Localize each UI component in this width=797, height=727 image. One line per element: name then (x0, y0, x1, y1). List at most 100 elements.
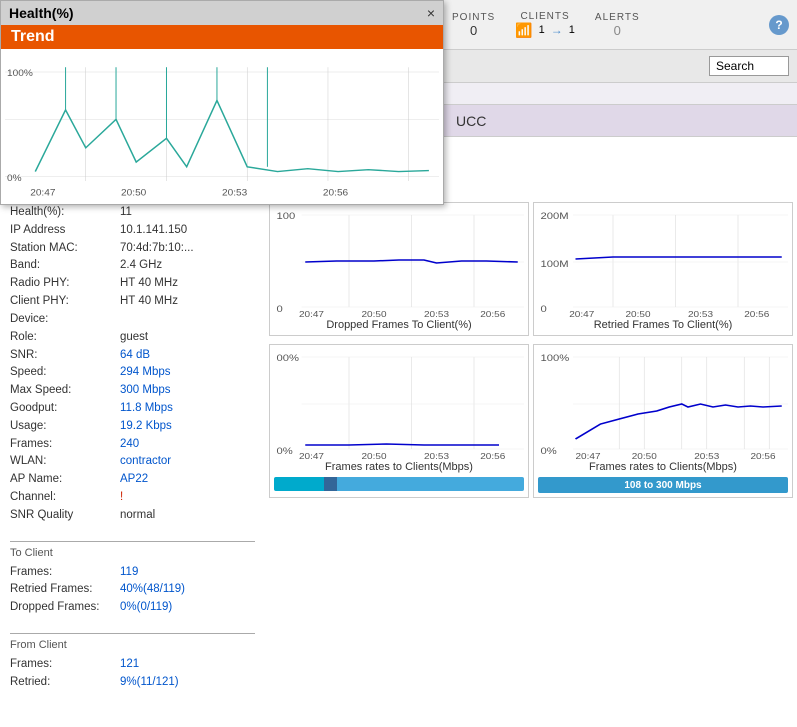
divider-1 (10, 541, 255, 542)
svg-text:20:53: 20:53 (222, 188, 248, 199)
svg-text:20:50: 20:50 (121, 188, 147, 199)
role-row: Role: guest (10, 329, 255, 347)
wlan-val: contractor (120, 453, 171, 471)
alerts-label: ALERTS (595, 12, 640, 23)
health-key: Health(%): (10, 204, 120, 222)
dropped-frames-title: Dropped Frames To Client(%) (274, 319, 524, 331)
speed-row: Speed: 294 Mbps (10, 364, 255, 382)
client-phy-val: HT 40 MHz (120, 293, 178, 311)
svg-text:20:47: 20:47 (576, 452, 601, 459)
channel-row: Channel: ! (10, 489, 255, 507)
snr-quality-row: SNR Quality normal (10, 507, 255, 525)
wifi-icon: 📶 (515, 22, 532, 39)
max-speed-key: Max Speed: (10, 382, 120, 400)
from-client-title: From Client (10, 637, 255, 654)
svg-text:0: 0 (277, 305, 284, 315)
band-key: Band: (10, 257, 120, 275)
svg-text:20:47: 20:47 (299, 452, 324, 459)
svg-text:0: 0 (541, 305, 548, 315)
svg-text:20:47: 20:47 (30, 188, 55, 199)
stats-section: POINTS 0 CLIENTS 📶 1 → 1 ALERTS 0 ? (452, 11, 789, 39)
radio-phy-key: Radio PHY: (10, 275, 120, 293)
from-client-frames-key: Frames: (10, 656, 120, 674)
from-client-retried-key: Retried: (10, 674, 120, 692)
goodput-row: Goodput: 11.8 Mbps (10, 400, 255, 418)
snr-quality-val: normal (120, 507, 155, 525)
svg-text:200M: 200M (541, 212, 569, 222)
frames-rate-title-2: Frames rates to Clients(Mbps) (538, 461, 788, 473)
from-client-frames-val: 121 (120, 656, 139, 674)
client-phy-key: Client PHY: (10, 293, 120, 311)
frames-key: Frames: (10, 436, 120, 454)
from-client-frames-row: Frames: 121 (10, 656, 255, 674)
to-client-frames-val: 119 (120, 564, 138, 582)
retried-frames-title: Retried Frames To Client(%) (538, 319, 788, 331)
points-value: 0 (470, 23, 477, 38)
svg-text:20:47: 20:47 (569, 310, 594, 317)
usage-val: 19.2 Kbps (120, 418, 172, 436)
max-speed-val: 300 Mbps (120, 382, 171, 400)
right-top-area: POINTS 0 CLIENTS 📶 1 → 1 ALERTS 0 ? (444, 0, 797, 137)
to-client-retried-row: Retried Frames: 40%(48/119) (10, 581, 255, 599)
from-client-retried-val: 9%(11/121) (120, 674, 179, 692)
trend-chart: 100% 0% 20:47 20:50 20:53 20:56 (1, 49, 443, 204)
divider-2 (10, 633, 255, 634)
points-group: POINTS 0 (452, 12, 495, 38)
wlan-row: WLAN: contractor (10, 453, 255, 471)
role-key: Role: (10, 329, 120, 347)
retried-frames-chart-inner: 200M 100M 0 20:47 20:50 20:53 20:56 (538, 207, 788, 317)
svg-text:20:53: 20:53 (424, 310, 449, 317)
max-speed-row: Max Speed: 300 Mbps (10, 382, 255, 400)
health-row: Health(%): 11 (10, 204, 255, 222)
dropped-frames-chart: 100 0 20:47 20:50 20:53 20:56 (269, 202, 529, 336)
clients-label: CLIENTS (520, 11, 569, 22)
role-val: guest (120, 329, 148, 347)
snr-quality-key: SNR Quality (10, 507, 120, 525)
to-client-frames-row: Frames: 119 (10, 564, 255, 582)
to-client-dropped-key: Dropped Frames: (10, 599, 120, 617)
snr-val: 64 dB (120, 347, 150, 365)
usage-key: Usage: (10, 418, 120, 436)
alerts-value: 0 (614, 23, 621, 38)
to-client-retried-val: 40%(48/119) (120, 581, 185, 599)
goodput-key: Goodput: (10, 400, 120, 418)
info-section: Health(%): 11 IP Address 10.1.141.150 St… (0, 198, 265, 698)
svg-text:20:53: 20:53 (694, 452, 719, 459)
svg-text:100M: 100M (541, 260, 569, 270)
svg-text:0%: 0% (7, 173, 22, 184)
trend-chart-svg: 100% 0% 20:47 20:50 20:53 20:56 (5, 53, 439, 200)
svg-text:20:50: 20:50 (362, 452, 387, 459)
radio-phy-row: Radio PHY: HT 40 MHz (10, 275, 255, 293)
to-client-title: To Client (10, 545, 255, 562)
ip-row: IP Address 10.1.141.150 (10, 222, 255, 240)
speed-range-label: 108 to 300 Mbps (624, 480, 701, 491)
top-bar: POINTS 0 CLIENTS 📶 1 → 1 ALERTS 0 ? (444, 0, 797, 50)
frames-rate-chart-2-inner: 100% 0% 20:47 20:50 20:53 (538, 349, 788, 459)
help-icon[interactable]: ? (769, 15, 789, 35)
to-client-retried-key: Retried Frames: (10, 581, 120, 599)
charts-row-2: 00% 0% 20:47 20:50 20:53 20:56 Frames ra (265, 340, 797, 502)
health-panel-title: Health(%) (9, 5, 74, 21)
svg-text:100%: 100% (541, 354, 570, 364)
to-client-dropped-val: 0%(0/119) (120, 599, 172, 617)
ip-val: 10.1.141.150 (120, 222, 187, 240)
health-panel-header: Health(%) × (1, 1, 443, 25)
search-input[interactable] (709, 56, 789, 76)
svg-text:100%: 100% (7, 68, 33, 79)
svg-text:20:50: 20:50 (362, 310, 387, 317)
mac-key: Station MAC: (10, 240, 120, 258)
usage-row: Usage: 19.2 Kbps (10, 418, 255, 436)
svg-text:00%: 00% (277, 354, 299, 364)
speed-key: Speed: (10, 364, 120, 382)
svg-text:20:56: 20:56 (480, 452, 505, 459)
arrow-icon: → (551, 23, 563, 37)
ucc-row: UCC (444, 105, 797, 137)
svg-text:20:53: 20:53 (424, 452, 449, 459)
to-client-dropped-row: Dropped Frames: 0%(0/119) (10, 599, 255, 617)
close-button[interactable]: × (427, 5, 435, 21)
frames-rate-title-1: Frames rates to Clients(Mbps) (274, 461, 524, 473)
svg-text:20:56: 20:56 (480, 310, 505, 317)
device-key: Device: (10, 311, 120, 329)
goodput-val: 11.8 Mbps (120, 400, 173, 418)
charts-area: 100 0 20:47 20:50 20:53 20:56 (265, 198, 797, 502)
